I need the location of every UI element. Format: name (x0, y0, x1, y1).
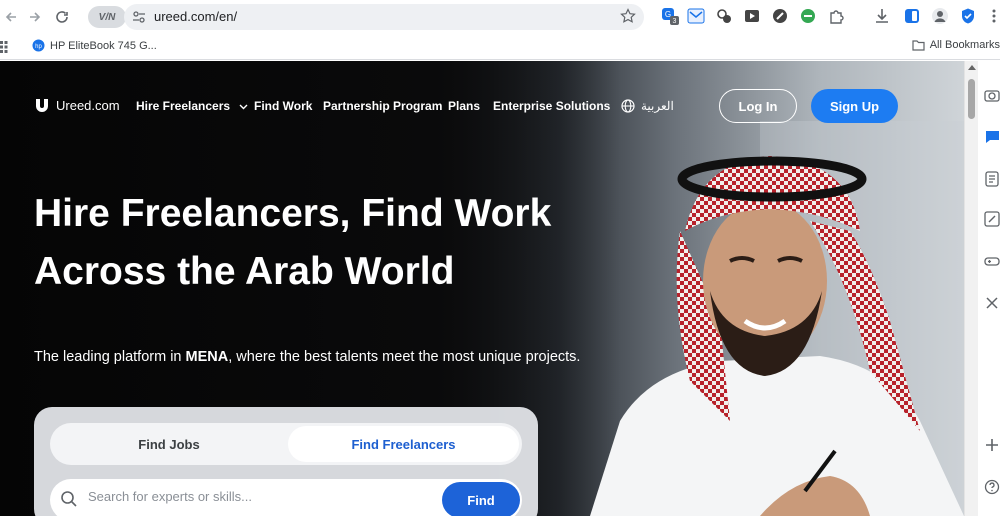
nav-plans[interactable]: Plans (448, 99, 480, 113)
site-info-pill[interactable]: V/N (88, 6, 126, 28)
svg-text:hp: hp (35, 44, 42, 50)
nav-label: Hire Freelancers (136, 99, 231, 113)
nav-hire-freelancers[interactable]: Hire Freelancers (136, 99, 248, 113)
logo-text: Ureed.com (56, 97, 120, 113)
back-icon[interactable] (0, 6, 22, 28)
browser-menu-icon[interactable] (984, 6, 1000, 26)
headline-line-2: Across the Arab World (34, 250, 455, 293)
browser-side-panel (978, 61, 1000, 516)
globe-icon (621, 99, 635, 113)
chevron-down-icon (239, 104, 248, 110)
translate-extension-icon[interactable]: G3 (660, 6, 680, 26)
video-extension-icon[interactable] (742, 6, 762, 26)
headline-line-1: Hire Freelancers, Find Work (34, 192, 552, 235)
sidepanel-toggle-icon[interactable] (902, 6, 922, 26)
bookmark-hp-elitebook[interactable]: hp HP EliteBook 745 G... (32, 39, 157, 52)
camera-icon[interactable] (984, 87, 1000, 103)
nav-partnership-program[interactable]: Partnership Program (323, 99, 442, 113)
hero-person-image (590, 121, 964, 516)
puzzle-extensions-icon[interactable] (826, 6, 846, 26)
folder-icon (912, 39, 925, 51)
find-button[interactable]: Find (442, 482, 520, 516)
download-icon[interactable] (872, 6, 892, 26)
extension-badge: 3 (673, 18, 677, 25)
all-bookmarks-label: All Bookmarks (929, 39, 1000, 51)
url-text: ureed.com/en/ (154, 9, 238, 24)
hero-headline: Hire Freelancers, Find Work Across the A… (34, 185, 594, 301)
shield-extension-icon[interactable] (958, 6, 978, 26)
language-switch[interactable]: العربية (621, 99, 674, 113)
site-settings-icon[interactable] (132, 10, 146, 29)
apps-grid-icon[interactable] (0, 40, 12, 58)
subtitle-suffix: , where the best talents meet the most u… (228, 349, 581, 365)
nav-enterprise-solutions[interactable]: Enterprise Solutions (493, 99, 610, 113)
tools-icon[interactable] (984, 295, 1000, 311)
bookmark-star-icon[interactable] (620, 8, 636, 29)
hero-subtitle: The leading platform in MENA, where the … (34, 349, 580, 365)
search-card: Find Jobs Find Freelancers Find (34, 407, 538, 516)
green-extension-icon[interactable] (798, 6, 818, 26)
bookmark-label: HP EliteBook 745 G... (50, 39, 157, 52)
subtitle-prefix: The leading platform in (34, 349, 186, 365)
page-viewport: Ureed.com Hire Freelancers Find Work Par… (0, 61, 964, 516)
search-icon (60, 490, 78, 513)
language-label: العربية (641, 99, 674, 113)
profile-avatar-icon[interactable] (930, 6, 950, 26)
tab-find-freelancers[interactable]: Find Freelancers (288, 426, 519, 462)
ureed-logo-icon (36, 99, 48, 112)
gmail-extension-icon[interactable] (686, 6, 706, 26)
login-button[interactable]: Log In (719, 89, 797, 123)
add-icon[interactable] (984, 437, 1000, 453)
gamepad-icon[interactable] (984, 253, 1000, 269)
pen-extension-icon[interactable] (770, 6, 790, 26)
scrollbar-thumb[interactable] (968, 79, 975, 119)
bookmarks-bar: hp HP EliteBook 745 G... All Bookmarks (0, 34, 1000, 60)
forward-icon[interactable] (24, 6, 46, 28)
nav-find-work[interactable]: Find Work (254, 99, 312, 113)
address-bar[interactable]: ureed.com/en/ (124, 4, 644, 30)
scroll-up-arrow-icon[interactable] (968, 65, 976, 70)
all-bookmarks-button[interactable]: All Bookmarks (912, 39, 1000, 51)
search-box: Find (50, 479, 522, 516)
subtitle-bold: MENA (185, 349, 229, 365)
edit-icon[interactable] (984, 211, 1000, 227)
notes-icon[interactable] (984, 171, 1000, 187)
page-scrollbar[interactable] (964, 61, 978, 516)
browser-toolbar: V/N ureed.com/en/ G3 (0, 0, 1000, 34)
search-input[interactable] (88, 489, 428, 504)
tab-find-jobs[interactable]: Find Jobs (50, 423, 288, 465)
hp-logo-icon: hp (32, 39, 45, 52)
extension-dots-icon[interactable] (714, 6, 734, 26)
signup-button[interactable]: Sign Up (811, 89, 898, 123)
site-logo[interactable]: Ureed.com (34, 97, 120, 113)
search-mode-toggle: Find Jobs Find Freelancers (50, 423, 522, 465)
chat-icon[interactable] (984, 129, 1000, 145)
help-icon[interactable] (984, 479, 1000, 495)
reload-icon[interactable] (51, 6, 73, 28)
